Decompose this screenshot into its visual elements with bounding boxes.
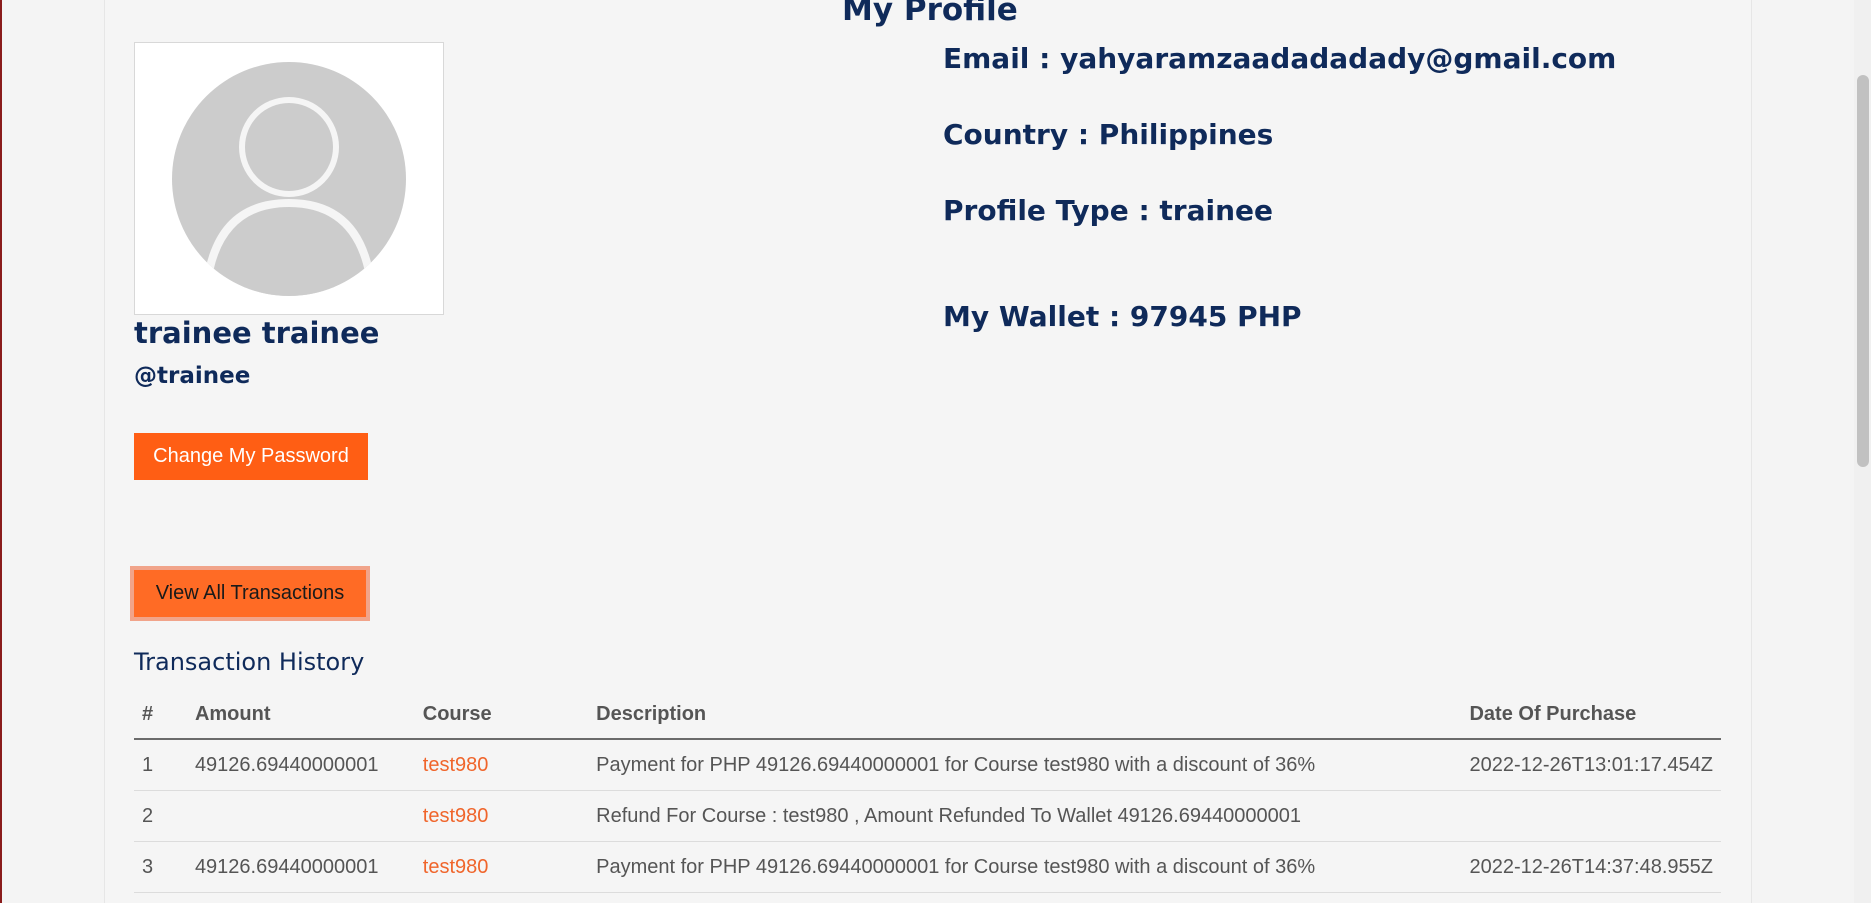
row-date (1461, 790, 1721, 842)
row-index: 2 (134, 790, 187, 842)
row-description: Payment for PHP 49126.69440000001 for Co… (588, 841, 1462, 893)
row-amount: 49126.69440000001 (186, 841, 415, 893)
row-index: 1 (134, 739, 187, 791)
vertical-scrollbar[interactable] (1854, 0, 1871, 903)
column-header-description: Description (588, 690, 1462, 740)
column-header-course: Course (414, 690, 589, 740)
row-course: test980 (414, 790, 589, 842)
course-link[interactable]: test980 (423, 805, 489, 827)
profile-type: Profile Type : trainee (943, 194, 1274, 227)
transaction-history-title: Transaction History (134, 648, 365, 676)
profile-country: Country : Philippines (943, 118, 1274, 151)
user-avatar-placeholder-icon (172, 62, 406, 296)
transaction-table: # Amount Course Description Date Of Purc… (134, 690, 1721, 893)
left-window-edge (0, 0, 2, 903)
profile-username: @trainee (134, 363, 251, 389)
column-header-index: # (134, 690, 187, 740)
table-header-row: # Amount Course Description Date Of Purc… (134, 690, 1721, 740)
table-row: 3 49126.69440000001 test980 Payment for … (134, 841, 1721, 893)
wallet-balance: My Wallet : 97945 PHP (943, 300, 1302, 333)
table-row: 2 test980 Refund For Course : test980 , … (134, 790, 1721, 842)
column-header-amount: Amount (186, 690, 415, 740)
change-password-button[interactable]: Change My Password (134, 433, 368, 480)
row-course: test980 (414, 739, 589, 791)
row-amount: 49126.69440000001 (186, 739, 415, 791)
row-course: test980 (414, 841, 589, 893)
table-row: 1 49126.69440000001 test980 Payment for … (134, 739, 1721, 791)
page-title: My Profile (842, 0, 1018, 28)
course-link[interactable]: test980 (423, 754, 489, 776)
column-header-date: Date Of Purchase (1461, 690, 1721, 740)
course-link[interactable]: test980 (423, 856, 489, 878)
row-date: 2022-12-26T14:37:48.955Z (1461, 841, 1721, 893)
scrollbar-thumb[interactable] (1857, 75, 1869, 467)
avatar (134, 42, 444, 315)
profile-full-name: trainee trainee (134, 316, 380, 350)
row-date: 2022-12-26T13:01:17.454Z (1461, 739, 1721, 791)
row-description: Payment for PHP 49126.69440000001 for Co… (588, 739, 1462, 791)
row-index: 3 (134, 841, 187, 893)
row-description: Refund For Course : test980 , Amount Ref… (588, 790, 1462, 842)
profile-email: Email : yahyaramzaadadadady@gmail.com (943, 42, 1617, 75)
view-all-transactions-button[interactable]: View All Transactions (130, 566, 370, 621)
viewport: My Profile trainee trainee @trainee Emai… (0, 0, 1871, 903)
row-amount (186, 790, 415, 842)
